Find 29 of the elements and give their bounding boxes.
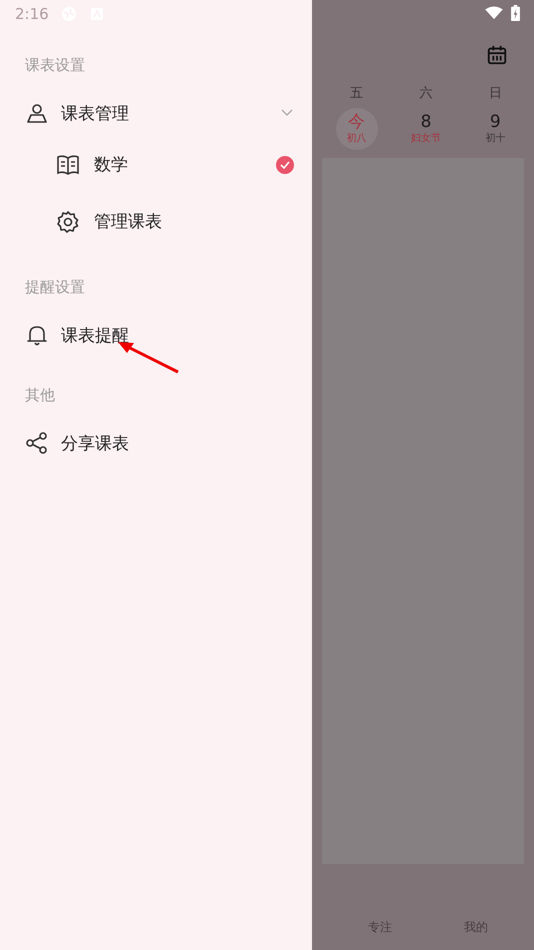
date-button[interactable]: 8 妇女节	[404, 108, 447, 150]
lunar-date: 初八	[346, 132, 367, 145]
date-number: 今	[348, 113, 366, 131]
submenu-item[interactable]: 管理课表	[25, 193, 312, 250]
calendar-icon[interactable]	[486, 44, 508, 66]
date-button[interactable]: 9 初十	[474, 108, 516, 150]
status-time: 2:16	[15, 5, 49, 23]
battery-icon	[511, 5, 520, 21]
book-icon	[56, 152, 80, 176]
date-number: 9	[490, 113, 501, 131]
weekday-label: 六	[419, 85, 432, 103]
menu-item[interactable]: 分享课表	[25, 420, 312, 466]
share-icon	[25, 431, 49, 455]
section-header: 其他	[25, 386, 56, 406]
bell-icon	[25, 323, 49, 347]
weekday-label: 五	[350, 85, 364, 103]
menu-item[interactable]: 课表提醒	[25, 312, 312, 358]
menu-item[interactable]: 课表管理	[25, 90, 312, 136]
person-icon	[25, 101, 49, 125]
section-header: 提醒设置	[25, 278, 86, 298]
check-icon	[276, 156, 294, 174]
date-number: 8	[420, 113, 432, 131]
lunar-date: 妇女节	[410, 132, 441, 145]
wifi-icon	[485, 6, 503, 20]
weekday-label: 日	[488, 85, 502, 103]
lunar-date: 初十	[485, 132, 506, 145]
submenu-item[interactable]: 数学	[25, 136, 312, 193]
gear-icon	[56, 210, 80, 234]
section-header: 课表设置	[25, 56, 86, 76]
